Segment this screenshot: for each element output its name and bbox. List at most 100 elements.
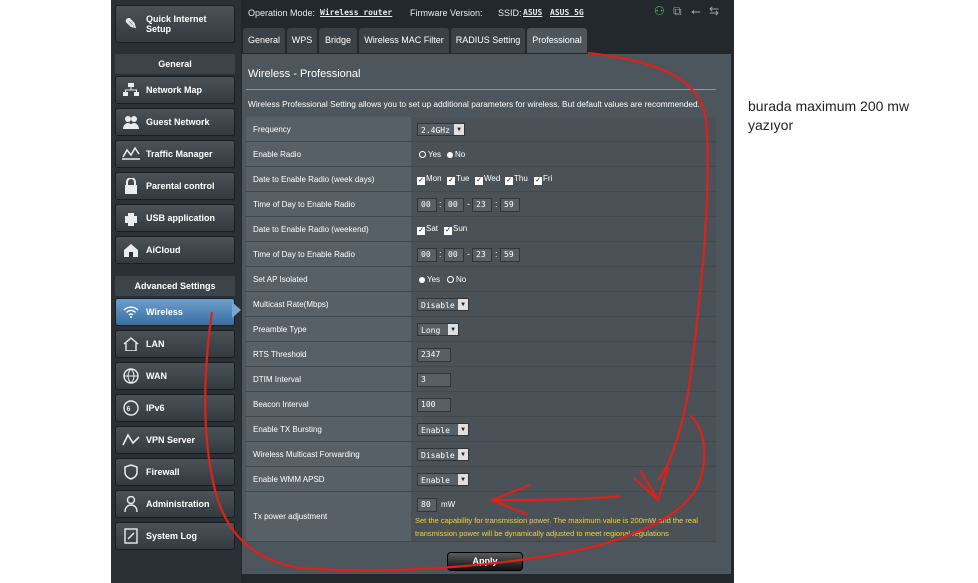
sidebar-item-ipv6[interactable]: 6 IPv6: [115, 394, 235, 422]
quick-internet-setup-label: Quick Internet Setup: [146, 14, 207, 34]
sidebar-item-network-map[interactable]: Network Map: [115, 76, 235, 104]
setting-label: Frequency: [246, 117, 411, 141]
sidebar-item-traffic-manager[interactable]: Traffic Manager: [115, 140, 235, 168]
chevron-down-icon: ▼: [458, 474, 468, 485]
tab-general[interactable]: General: [243, 28, 285, 53]
svg-text:6: 6: [127, 406, 131, 413]
setting-row-tx-bursting: Enable TX Bursting Enable ▼: [246, 417, 716, 442]
checkbox-fri[interactable]: ✓ Fri: [534, 174, 552, 185]
usb-application-icon: [120, 208, 142, 228]
ssid-link[interactable]: ASUS: [523, 8, 542, 17]
tab-radius-setting[interactable]: RADIUS Setting: [451, 28, 525, 53]
checkbox-mon[interactable]: ✓ Mon: [417, 174, 442, 185]
weekend-start-minute-input[interactable]: 00: [444, 248, 464, 262]
chevron-down-icon: ▼: [458, 424, 468, 435]
wireless-icon: [120, 302, 142, 322]
setting-row-tx-power: Tx power adjustment 80 mW Set the capabi…: [246, 492, 716, 542]
copy-icon[interactable]: ⧉: [673, 4, 682, 19]
multicast-rate-select[interactable]: Disable ▼: [417, 298, 469, 311]
administration-icon: [120, 494, 142, 514]
sidebar-item-aicloud[interactable]: AiCloud: [115, 236, 235, 264]
checkbox-sun[interactable]: ✓ Sun: [444, 224, 467, 235]
setting-label: Wireless Multicast Forwarding: [246, 442, 411, 466]
ssid-label: SSID:: [498, 8, 522, 18]
checkbox-thu[interactable]: ✓ Thu: [505, 174, 528, 185]
advanced-settings-header: Advanced Settings: [115, 276, 235, 296]
annotation-line-1: burada maximum 200 mw: [748, 98, 910, 114]
parental-control-icon: [120, 176, 142, 196]
setting-row-ap-isolated: Set AP Isolated Yes No: [246, 267, 716, 292]
sidebar-item-label: Traffic Manager: [146, 149, 213, 159]
quick-internet-setup-button[interactable]: ✎ Quick Internet Setup: [115, 5, 235, 43]
tab-wps[interactable]: WPS: [287, 28, 317, 53]
setting-row-multicast-forwarding: Wireless Multicast Forwarding Disable ▼: [246, 442, 716, 467]
beacon-interval-input[interactable]: 100: [417, 398, 451, 412]
sidebar-item-parental-control[interactable]: Parental control: [115, 172, 235, 200]
weekend-start-hour-input[interactable]: 00: [417, 248, 437, 262]
checkbox-tue[interactable]: ✓ Tue: [447, 174, 470, 185]
wmm-apsd-select[interactable]: Enable ▼: [417, 473, 469, 486]
sidebar-item-wan[interactable]: WAN: [115, 362, 235, 390]
vpn-server-icon: [120, 430, 142, 450]
user-status-icon[interactable]: ⚇: [654, 4, 665, 18]
sidebar-item-administration[interactable]: Administration: [115, 490, 235, 518]
multicast-forwarding-select[interactable]: Disable ▼: [417, 448, 469, 461]
sidebar-item-system-log[interactable]: System Log: [115, 522, 235, 550]
setting-row-enable-radio: Enable Radio Yes No: [246, 142, 716, 167]
setting-label: Enable TX Bursting: [246, 417, 411, 441]
setting-row-dtim: DTIM Interval 3: [246, 367, 716, 392]
tab-professional[interactable]: Professional: [527, 28, 587, 53]
sidebar-item-label: System Log: [146, 531, 198, 541]
setting-label: RTS Threshold: [246, 342, 411, 366]
sidebar-item-label: Network Map: [146, 85, 203, 95]
sidebar-item-vpn-server[interactable]: VPN Server: [115, 426, 235, 454]
setting-label: DTIM Interval: [246, 367, 411, 391]
operation-mode-link[interactable]: Wireless router: [320, 8, 392, 17]
traffic-manager-icon: [120, 144, 142, 164]
sidebar: ✎ Quick Internet Setup General Network M…: [111, 0, 241, 583]
tx-power-unit: mW: [441, 500, 456, 509]
annotation-line-2: yazıyor: [748, 117, 794, 133]
setting-label: Beacon Interval: [246, 392, 411, 416]
apply-button[interactable]: Apply: [447, 552, 523, 571]
sidebar-item-usb-application[interactable]: USB application: [115, 204, 235, 232]
ssid-5g-link[interactable]: ASUS_5G: [550, 8, 584, 17]
ap-isolated-no[interactable]: No: [447, 275, 466, 284]
tab-bridge[interactable]: Bridge: [319, 28, 357, 53]
weekday-end-hour-input[interactable]: 23: [472, 198, 492, 212]
rts-threshold-input[interactable]: 2347: [417, 348, 451, 362]
sidebar-item-label: Wireless: [146, 307, 183, 317]
setting-row-rts: RTS Threshold 2347: [246, 342, 716, 367]
tx-bursting-select[interactable]: Enable ▼: [417, 423, 469, 436]
usb-status-icon[interactable]: ⭠: [691, 4, 701, 19]
page-title: Wireless - Professional: [248, 68, 361, 80]
network-status-icon[interactable]: ⇆: [709, 4, 719, 18]
firewall-icon: [120, 462, 142, 482]
enable-radio-no[interactable]: No: [447, 150, 465, 159]
system-log-icon: [120, 526, 142, 546]
sidebar-item-guest-network[interactable]: Guest Network: [115, 108, 235, 136]
dtim-interval-input[interactable]: 3: [417, 373, 451, 387]
tx-power-input[interactable]: 80: [417, 498, 437, 512]
weekday-start-hour-input[interactable]: 00: [417, 198, 437, 212]
checkbox-wed[interactable]: ✓ Wed: [475, 174, 500, 185]
setting-row-multicast-rate: Multicast Rate(Mbps) Disable ▼: [246, 292, 716, 317]
sidebar-item-wireless[interactable]: Wireless: [115, 298, 235, 326]
weekday-start-minute-input[interactable]: 00: [444, 198, 464, 212]
tab-wireless-mac-filter[interactable]: Wireless MAC Filter: [359, 28, 449, 53]
sidebar-item-lan[interactable]: LAN: [115, 330, 235, 358]
weekend-end-hour-input[interactable]: 23: [472, 248, 492, 262]
setting-label: Tx power adjustment: [246, 492, 411, 541]
checkbox-sat[interactable]: ✓ Sat: [417, 224, 438, 235]
enable-radio-yes[interactable]: Yes: [419, 150, 441, 159]
chevron-down-icon: ▼: [448, 324, 458, 335]
sidebar-item-label: Firewall: [146, 467, 180, 477]
setting-row-frequency: Frequency 2.4GHz ▼: [246, 117, 716, 142]
setting-label: Date to Enable Radio (week days): [246, 167, 411, 191]
preamble-select[interactable]: Long ▼: [417, 323, 459, 336]
frequency-select[interactable]: 2.4GHz ▼: [417, 123, 465, 136]
weekday-end-minute-input[interactable]: 59: [500, 198, 520, 212]
ap-isolated-yes[interactable]: Yes: [419, 275, 440, 284]
sidebar-item-firewall[interactable]: Firewall: [115, 458, 235, 486]
weekend-end-minute-input[interactable]: 59: [500, 248, 520, 262]
